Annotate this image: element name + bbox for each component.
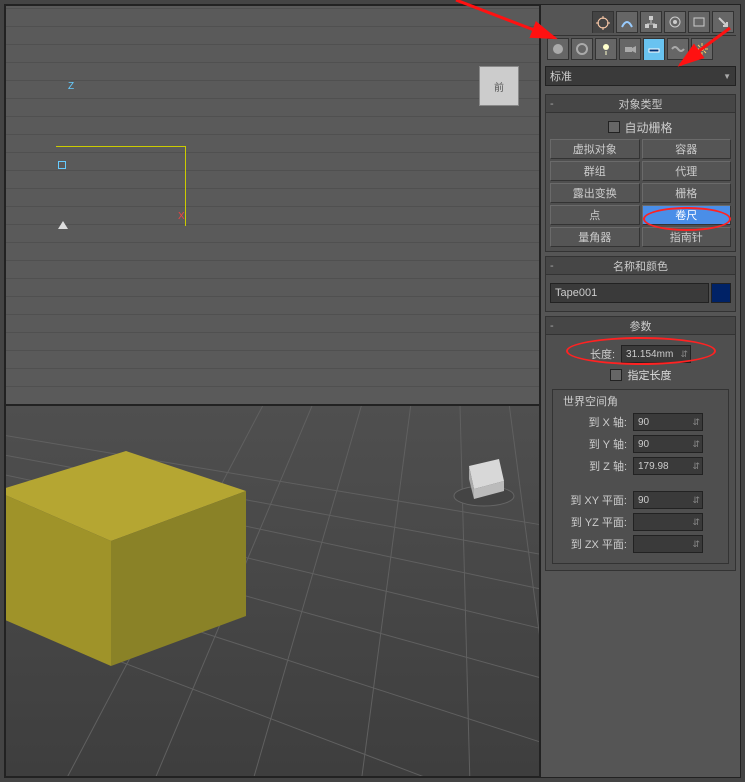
rollout-parameters: -参数 长度: 31.154mm 指定长度 世界空间角 到 X 轴:90 — [545, 316, 736, 571]
btn-container[interactable]: 容器 — [642, 139, 732, 159]
to-yz-label: 到 YZ 平面: — [559, 514, 627, 530]
viewport-top[interactable]: ZX 前 — [5, 5, 540, 405]
btn-compass[interactable]: 指南针 — [642, 227, 732, 247]
viewcube-top[interactable]: 前 — [479, 66, 519, 106]
to-xy-value: 90 — [633, 491, 703, 509]
subtab-spacewarps[interactable] — [667, 38, 689, 60]
to-z-value: 179.98 — [633, 457, 703, 475]
group-world-space-angle: 世界空间角 到 X 轴:90 到 Y 轴:90 到 Z 轴:179.98 到 X… — [552, 389, 729, 564]
to-zx-label: 到 ZX 平面: — [559, 536, 627, 552]
btn-delegate[interactable]: 代理 — [642, 161, 732, 181]
command-panel: 标准 -对象类型 自动栅格 虚拟对象 容器 群组 代理 露出变换 栅 — [540, 5, 740, 777]
viewcube-perspective[interactable] — [449, 441, 519, 511]
tab-create[interactable] — [592, 11, 614, 33]
viewports: ZX 前 — [5, 5, 540, 777]
rollout-name-color: -名称和颜色 — [545, 256, 736, 312]
to-x-label: 到 X 轴: — [559, 414, 627, 430]
viewport-perspective[interactable] — [5, 405, 540, 777]
object-color-swatch[interactable] — [711, 283, 731, 303]
autogrid-checkbox[interactable] — [608, 121, 620, 133]
to-z-label: 到 Z 轴: — [559, 458, 627, 474]
btn-dummy[interactable]: 虚拟对象 — [550, 139, 640, 159]
btn-tape[interactable]: 卷尺 — [642, 205, 732, 225]
to-x-value: 90 — [633, 413, 703, 431]
tab-modify[interactable] — [616, 11, 638, 33]
tab-utilities[interactable] — [712, 11, 734, 33]
rollout-object-type: -对象类型 自动栅格 虚拟对象 容器 群组 代理 露出变换 栅格 点 卷尺 量角… — [545, 94, 736, 252]
to-xy-label: 到 XY 平面: — [559, 492, 627, 508]
btn-grid[interactable]: 栅格 — [642, 183, 732, 203]
to-zx-value — [633, 535, 703, 553]
tab-motion[interactable] — [664, 11, 686, 33]
specify-length-checkbox[interactable] — [610, 369, 622, 381]
wireframe-rectangle — [56, 146, 186, 226]
to-y-value: 90 — [633, 435, 703, 453]
btn-point[interactable]: 点 — [550, 205, 640, 225]
length-spinner[interactable]: 31.154mm — [621, 345, 691, 363]
rollout-header-name-color[interactable]: -名称和颜色 — [546, 257, 735, 275]
autogrid-label: 自动栅格 — [624, 119, 672, 136]
create-subtabs — [545, 36, 736, 62]
rollout-header-object-type[interactable]: -对象类型 — [546, 95, 735, 113]
object-name-input[interactable] — [550, 283, 709, 303]
subtab-helpers[interactable] — [643, 38, 665, 60]
btn-crowd[interactable]: 群组 — [550, 161, 640, 181]
subtab-geometry[interactable] — [547, 38, 569, 60]
box-object[interactable] — [5, 451, 256, 671]
tab-hierarchy[interactable] — [640, 11, 662, 33]
tab-display[interactable] — [688, 11, 710, 33]
to-yz-value — [633, 513, 703, 531]
specify-length-label: 指定长度 — [628, 367, 672, 383]
subtab-cameras[interactable] — [619, 38, 641, 60]
btn-protractor[interactable]: 量角器 — [550, 227, 640, 247]
length-label: 长度: — [590, 346, 615, 362]
rollout-header-parameters[interactable]: -参数 — [546, 317, 735, 335]
subtab-shapes[interactable] — [571, 38, 593, 60]
subtab-lights[interactable] — [595, 38, 617, 60]
subtab-systems[interactable] — [691, 38, 713, 60]
command-panel-tabs — [545, 9, 736, 36]
category-dropdown[interactable]: 标准 — [545, 66, 736, 86]
btn-exposetm[interactable]: 露出变换 — [550, 183, 640, 203]
to-y-label: 到 Y 轴: — [559, 436, 627, 452]
